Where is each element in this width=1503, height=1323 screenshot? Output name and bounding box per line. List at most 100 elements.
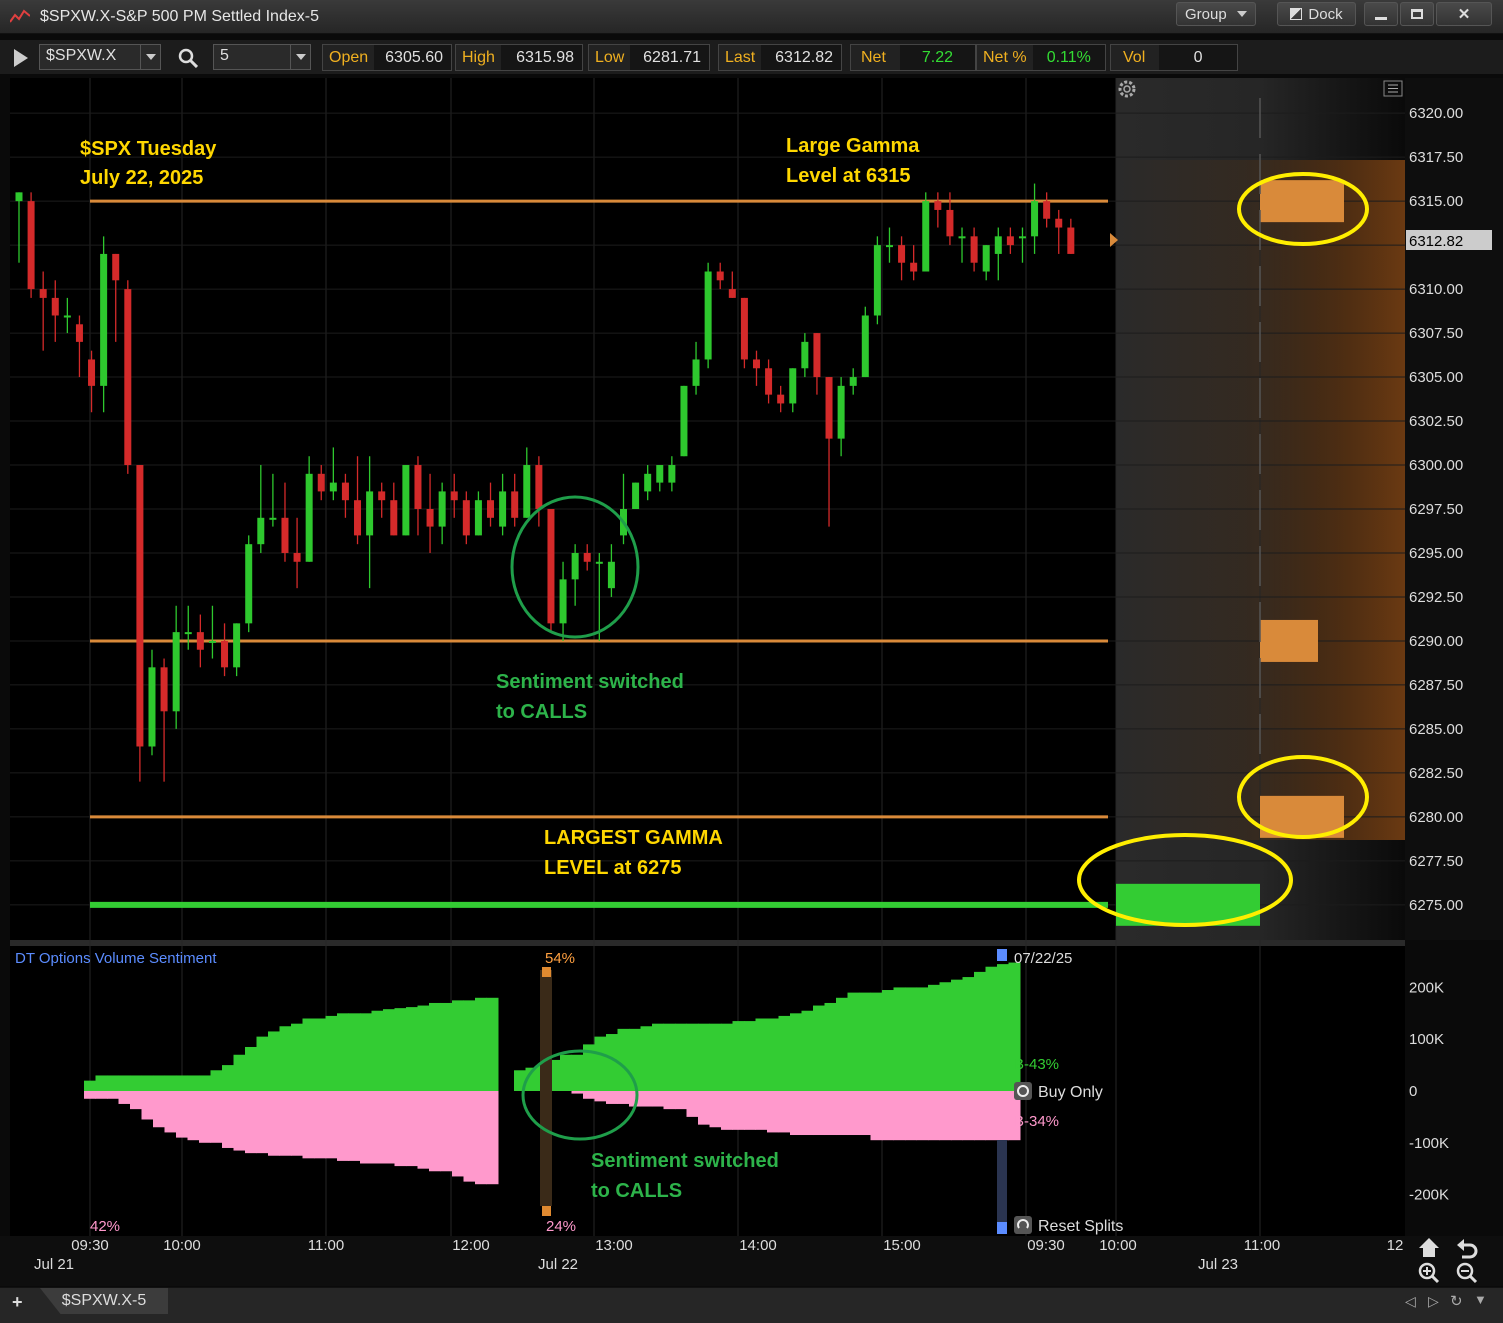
- buy-volume-step: [916, 987, 929, 1091]
- sell-volume-step: [997, 1091, 1009, 1141]
- sell-volume-step: [337, 1091, 349, 1161]
- candle-body: [305, 473, 313, 562]
- buy-volume-step: [486, 997, 499, 1091]
- candle-body: [402, 465, 410, 536]
- candle-body: [994, 236, 1002, 254]
- sell-volume-step: [233, 1091, 246, 1151]
- buy-volume-step: [813, 1005, 825, 1091]
- candle-body: [450, 491, 458, 501]
- time-tick: 10:00: [1099, 1237, 1137, 1254]
- candle-body: [221, 640, 229, 668]
- gamma-note-line-1: Large Gamma: [786, 135, 920, 157]
- candle-body: [245, 544, 253, 624]
- price-tick: 6287.50: [1409, 677, 1463, 694]
- candle-body: [378, 491, 386, 501]
- sell-volume-step: [686, 1091, 699, 1117]
- candle-body: [656, 465, 664, 483]
- price-tick: 6282.50: [1409, 765, 1463, 782]
- sell-volume-step: [985, 1091, 998, 1141]
- price-tick: 6295.00: [1409, 545, 1463, 562]
- candle-body: [873, 245, 881, 316]
- sentiment2-note-line-1: Sentiment switched: [591, 1150, 779, 1172]
- buy-volume-step: [348, 1013, 361, 1091]
- sell-volume-step: [939, 1091, 952, 1141]
- candle-body: [27, 201, 35, 290]
- sell-volume-step: [617, 1091, 630, 1104]
- split-handle-bottom[interactable]: [997, 1222, 1007, 1234]
- sell-volume-step: [199, 1091, 211, 1143]
- pct-top: 54%: [545, 950, 575, 967]
- buy-volume-step: [905, 987, 917, 1091]
- candle-body: [825, 377, 833, 439]
- sell-volume-step: [360, 1091, 372, 1164]
- panel-divider[interactable]: [10, 940, 1405, 946]
- tab-spxw[interactable]: $SPXW.X-5: [40, 1288, 168, 1314]
- candle-body: [632, 482, 640, 509]
- buy-volume-step: [801, 1010, 814, 1091]
- buy-volume-step: [744, 1021, 756, 1091]
- candle-body: [1018, 236, 1026, 239]
- sell-volume-step: [302, 1091, 315, 1159]
- candle-body: [172, 632, 180, 712]
- sell-volume-step: [594, 1091, 607, 1102]
- sell-volume-step: [767, 1091, 779, 1133]
- buy-volume-step: [698, 1023, 710, 1091]
- buy-volume-step: [617, 1028, 630, 1091]
- tab-bar: + $SPXW.X-5 ◁ ▷ ↻ ▼: [0, 1287, 1503, 1323]
- buy-volume-step: [394, 1008, 407, 1091]
- candle-body: [269, 517, 277, 520]
- buy-volume-step: [594, 1036, 607, 1091]
- sell-volume-step: [486, 1091, 499, 1185]
- buy-volume-step: [571, 1054, 584, 1091]
- sell-volume-step: [176, 1091, 188, 1138]
- buy-only-toggle[interactable]: Buy Only: [1014, 1082, 1103, 1101]
- candle-body: [910, 262, 918, 272]
- candle-body: [474, 500, 482, 536]
- candle-body: [51, 297, 59, 316]
- candle-body: [341, 482, 349, 501]
- split-marker-bottom[interactable]: [542, 1206, 551, 1216]
- gamma-bar: [1260, 180, 1344, 223]
- split-marker-top[interactable]: [542, 967, 551, 977]
- price-tick: 6305.00: [1409, 369, 1463, 386]
- sell-volume-step: [84, 1091, 96, 1099]
- candle-body: [885, 245, 893, 248]
- time-tick: 13:00: [595, 1237, 633, 1254]
- price-tick: 6300.00: [1409, 457, 1463, 474]
- candle-body: [160, 667, 168, 712]
- sell-volume-step: [371, 1091, 384, 1164]
- buy-only-label: Buy Only: [1038, 1084, 1103, 1101]
- buy-volume-step: [882, 990, 894, 1091]
- pct-bottom: 24%: [546, 1218, 576, 1235]
- sell-volume-step: [652, 1091, 664, 1107]
- date-tick: Jul 22: [538, 1256, 578, 1273]
- split-marker[interactable]: [540, 970, 552, 1206]
- sentiment2-note-line-2: to CALLS: [591, 1180, 682, 1202]
- scroll-left-icon[interactable]: ◁: [1405, 1293, 1416, 1310]
- sell-volume-step: [463, 1091, 476, 1182]
- buy-volume-step: [560, 1054, 572, 1091]
- candle-body: [716, 271, 724, 281]
- reset-splits-button[interactable]: Reset Splits: [1014, 1216, 1123, 1235]
- candle-body: [329, 482, 337, 492]
- price-tick: 6292.50: [1409, 589, 1463, 606]
- sell-volume-step: [859, 1091, 871, 1136]
- refresh-icon[interactable]: ↻: [1450, 1292, 1463, 1310]
- add-tab-icon[interactable]: +: [12, 1292, 23, 1313]
- buy-volume-step: [141, 1075, 154, 1091]
- candle-body: [765, 368, 773, 395]
- candle-body: [934, 201, 942, 210]
- chart-canvas[interactable]: 6320.006317.506315.006312.506310.006307.…: [0, 0, 1503, 1323]
- sell-volume-step: [675, 1091, 687, 1110]
- price-tick: 6302.50: [1409, 413, 1463, 430]
- scroll-right-icon[interactable]: ▷: [1428, 1293, 1439, 1310]
- candle-body: [75, 324, 83, 342]
- candle-body: [39, 289, 47, 298]
- sell-volume-step: [790, 1091, 802, 1136]
- candle-body: [801, 341, 809, 369]
- price-tick: 6280.00: [1409, 809, 1463, 826]
- chevron-down-icon[interactable]: ▼: [1474, 1292, 1487, 1307]
- largest-gamma-line-2: LEVEL at 6275: [544, 857, 681, 879]
- buy-volume-step: [836, 997, 848, 1091]
- split-handle-top[interactable]: [997, 949, 1007, 961]
